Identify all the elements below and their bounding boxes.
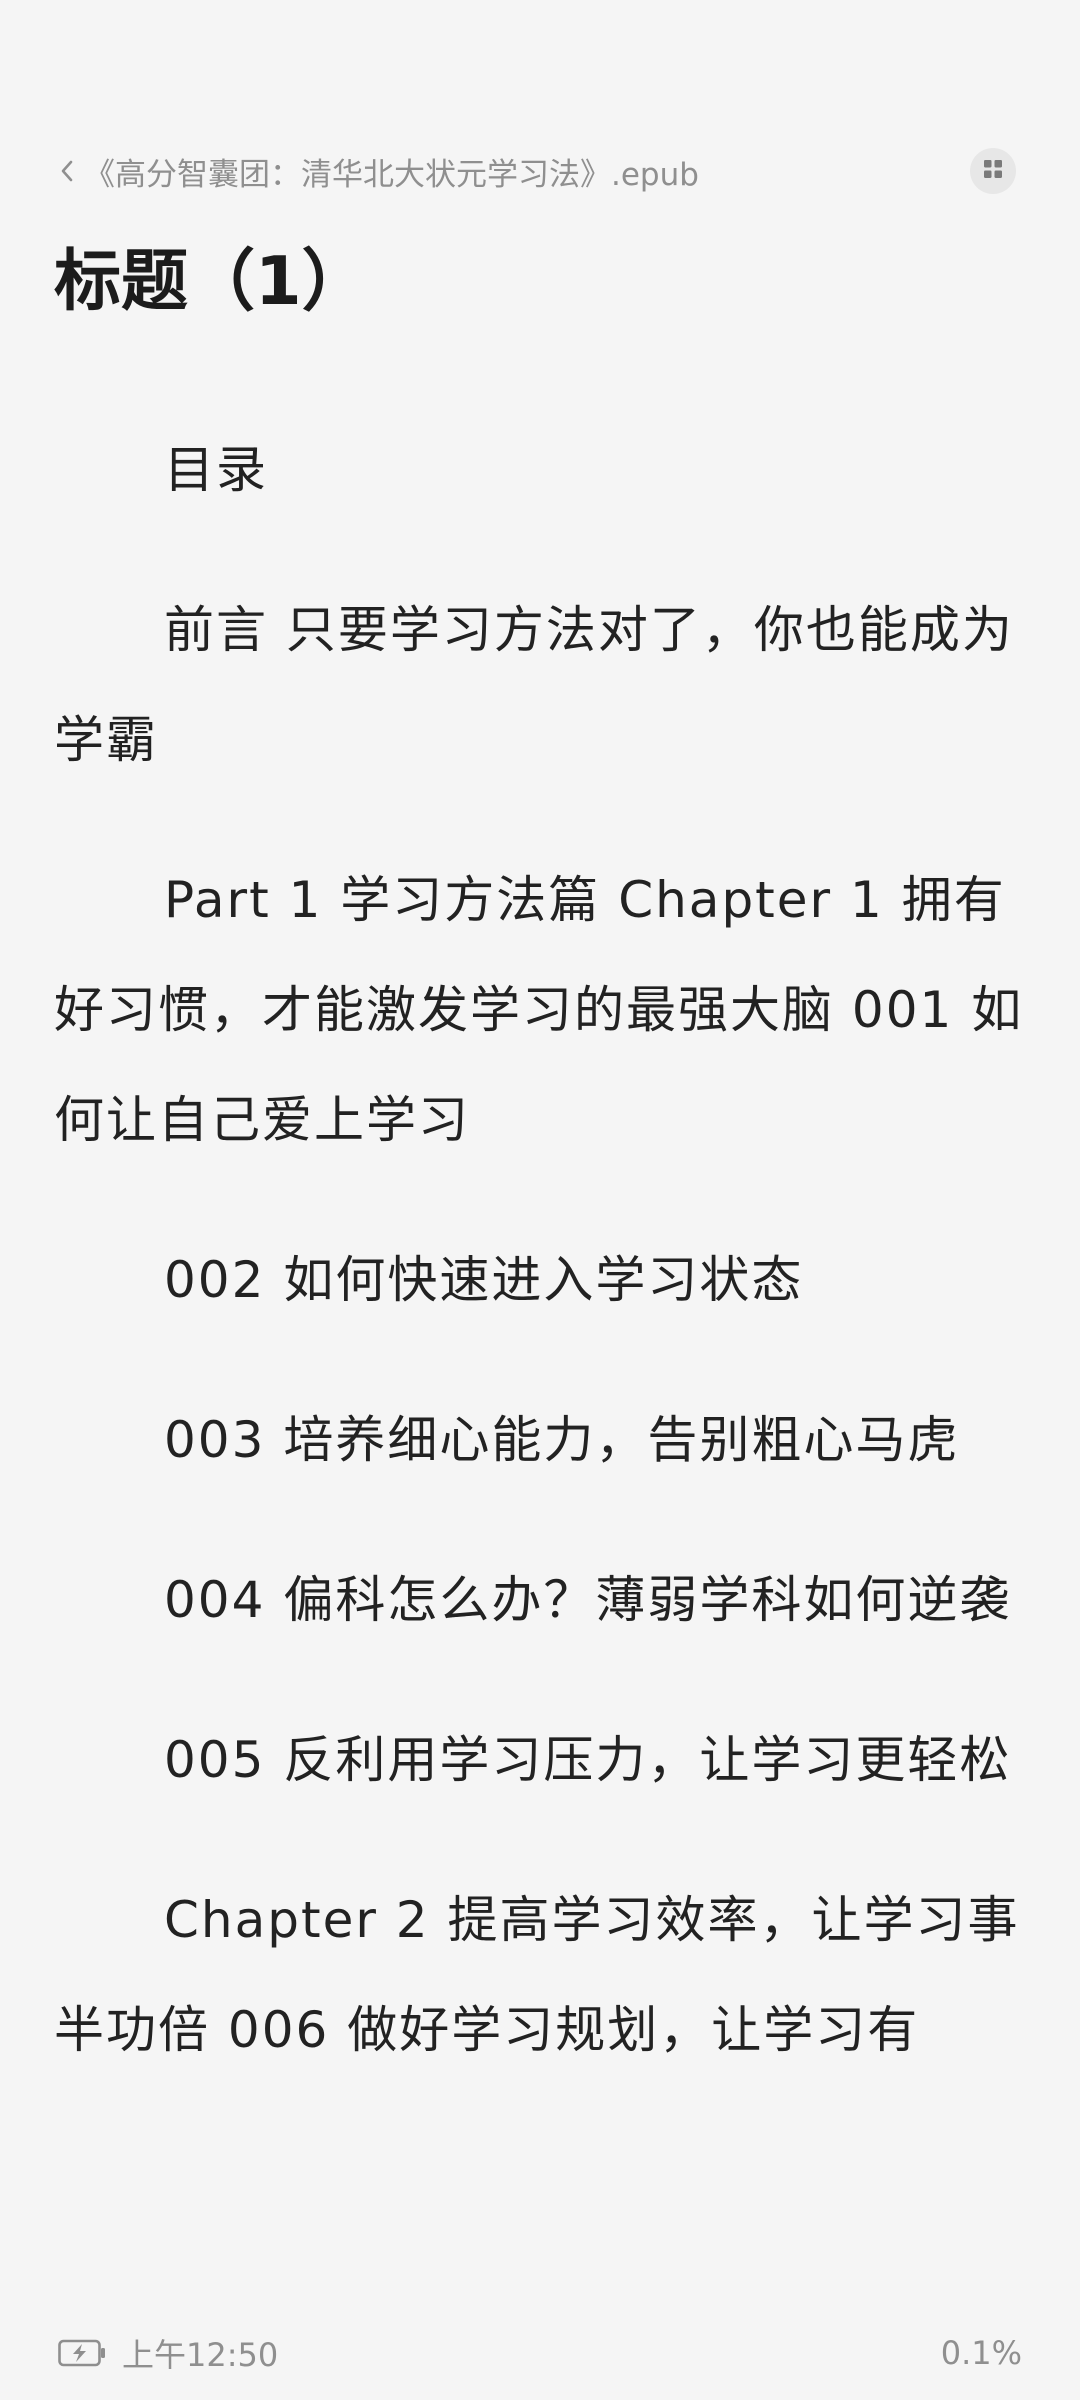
reading-content[interactable]: 目录 前言 只要学习方法对了，你也能成为学霸 Part 1 学习方法篇 Chap… — [54, 415, 1032, 2135]
paragraph: 002 如何快速进入学习状态 — [164, 1251, 804, 1309]
paragraph: 005 反利用学习压力，让学习更轻松 — [164, 1731, 1012, 1789]
battery-charging-icon — [58, 2338, 108, 2368]
grid-icon — [982, 158, 1004, 184]
chevron-left-icon[interactable] — [56, 154, 78, 188]
paragraph: 目录 — [164, 441, 268, 499]
grid-menu-button[interactable] — [970, 148, 1016, 194]
chapter-title: 标题（1） — [54, 242, 369, 320]
paragraph: Chapter 2 提高学习效率，让学习事半功倍 006 做好学习规划，让学习有 — [54, 1891, 1020, 2059]
reader-top-bar: 《高分智囊团：清华北大状元学习法》.epub — [56, 148, 1026, 194]
paragraph: 003 培养细心能力，告别粗心马虎 — [164, 1411, 960, 1469]
reading-progress: 0.1% — [940, 2334, 1022, 2372]
paragraph: 004 偏科怎么办？薄弱学科如何逆袭 — [164, 1571, 1012, 1629]
reader-footer: 上午12:50 0.1% — [58, 2330, 1022, 2376]
paragraph: Part 1 学习方法篇 Chapter 1 拥有好习惯，才能激发学习的最强大脑… — [54, 871, 1024, 1149]
book-title[interactable]: 《高分智囊团：清华北大状元学习法》.epub — [84, 149, 699, 194]
paragraph: 前言 只要学习方法对了，你也能成为学霸 — [54, 601, 1014, 769]
clock-time: 上午12:50 — [122, 2336, 279, 2374]
